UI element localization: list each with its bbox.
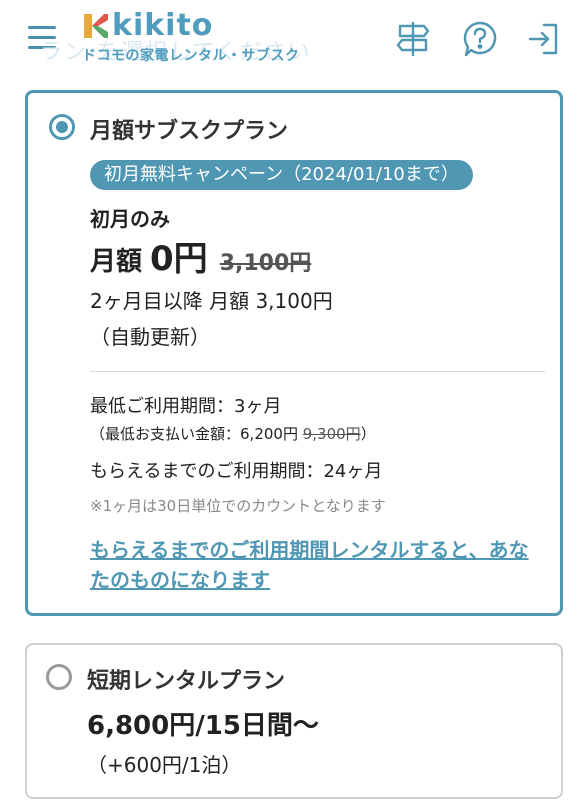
site-header: ラン を選択してください kikito ドコモの家電レンタル・サブスク (0, 0, 588, 80)
short-term-extra: （+600円/1泊） (87, 753, 242, 777)
first-month-label: 初月のみ (90, 207, 170, 231)
min-payment-suffix: ） (360, 425, 376, 443)
monthly-price: 0円 (150, 239, 208, 279)
min-payment-prefix: （最低お支払い金額：6,200円 (90, 425, 298, 443)
site-logo[interactable]: kikito ドコモの家電レンタル・サブスク (82, 8, 300, 65)
min-payment: （最低お支払い金額：6,200円 9,300円） (90, 423, 376, 444)
min-payment-original: 9,300円 (302, 425, 361, 443)
ownership-info-link[interactable]: もらえるまでのご利用期間レンタルすると、あなたのものになります (90, 535, 540, 595)
ownership-period: もらえるまでのご利用期間：24ヶ月 (90, 461, 383, 482)
first-month-price-row: 月額 0円 3,100円 (90, 231, 311, 280)
short-term-plan-card[interactable]: 短期レンタルプラン 6,800円/15日間〜 （+600円/1泊） (25, 643, 563, 799)
auto-renew-text: （自動更新） (90, 325, 210, 349)
subscription-plan-title: 月額サブスクプラン (90, 119, 289, 144)
short-term-plan-radio[interactable] (46, 664, 72, 690)
min-period: 最低ご利用期間：3ヶ月 (90, 396, 282, 417)
month-count-note: ※1ヶ月は30日単位でのカウントとなります (90, 497, 386, 515)
logo-subtitle: ドコモの家電レンタル・サブスク (82, 48, 300, 64)
divider (90, 371, 545, 372)
subscription-plan-radio[interactable] (49, 114, 75, 140)
second-month-price: 2ヶ月目以降 月額 3,100円 (90, 289, 333, 313)
signpost-icon[interactable] (396, 20, 430, 62)
question-icon[interactable] (462, 20, 498, 62)
original-price: 3,100円 (219, 251, 312, 276)
short-term-price: 6,800円/15日間〜 (87, 711, 319, 741)
login-icon[interactable] (526, 20, 560, 62)
campaign-badge: 初月無料キャンペーン（2024/01/10まで） (90, 160, 473, 190)
logo-text: kikito (112, 8, 214, 43)
monthly-prefix: 月額 (90, 247, 143, 277)
kikito-logo-mark (84, 13, 108, 38)
subscription-plan-card[interactable]: 月額サブスクプラン 初月無料キャンペーン（2024/01/10まで） 初月のみ … (25, 90, 563, 616)
short-term-plan-title: 短期レンタルプラン (87, 669, 286, 694)
